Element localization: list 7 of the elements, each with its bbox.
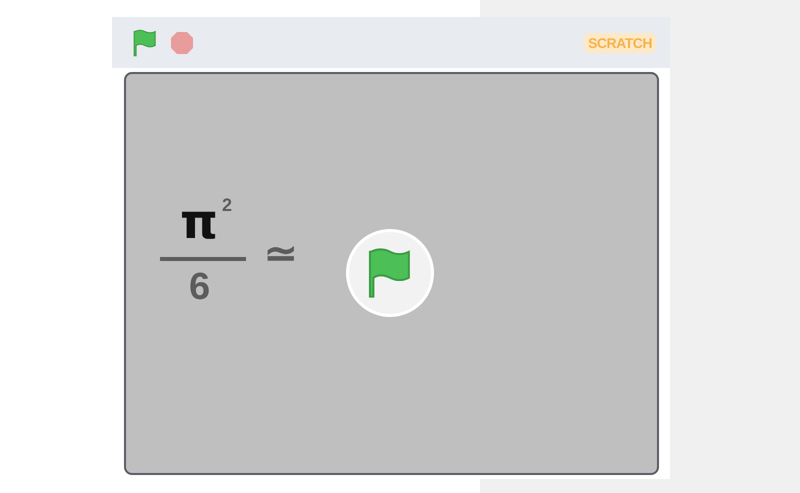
formula-denominator: 6: [189, 268, 210, 306]
formula-relation: ≃: [264, 234, 298, 274]
logo: SCRATCH: [584, 32, 656, 52]
start-flag-icon[interactable]: [132, 28, 158, 56]
stop-icon[interactable]: [170, 30, 194, 54]
formula-numerator: π: [180, 198, 218, 246]
formula-exponent: 2: [222, 196, 232, 214]
